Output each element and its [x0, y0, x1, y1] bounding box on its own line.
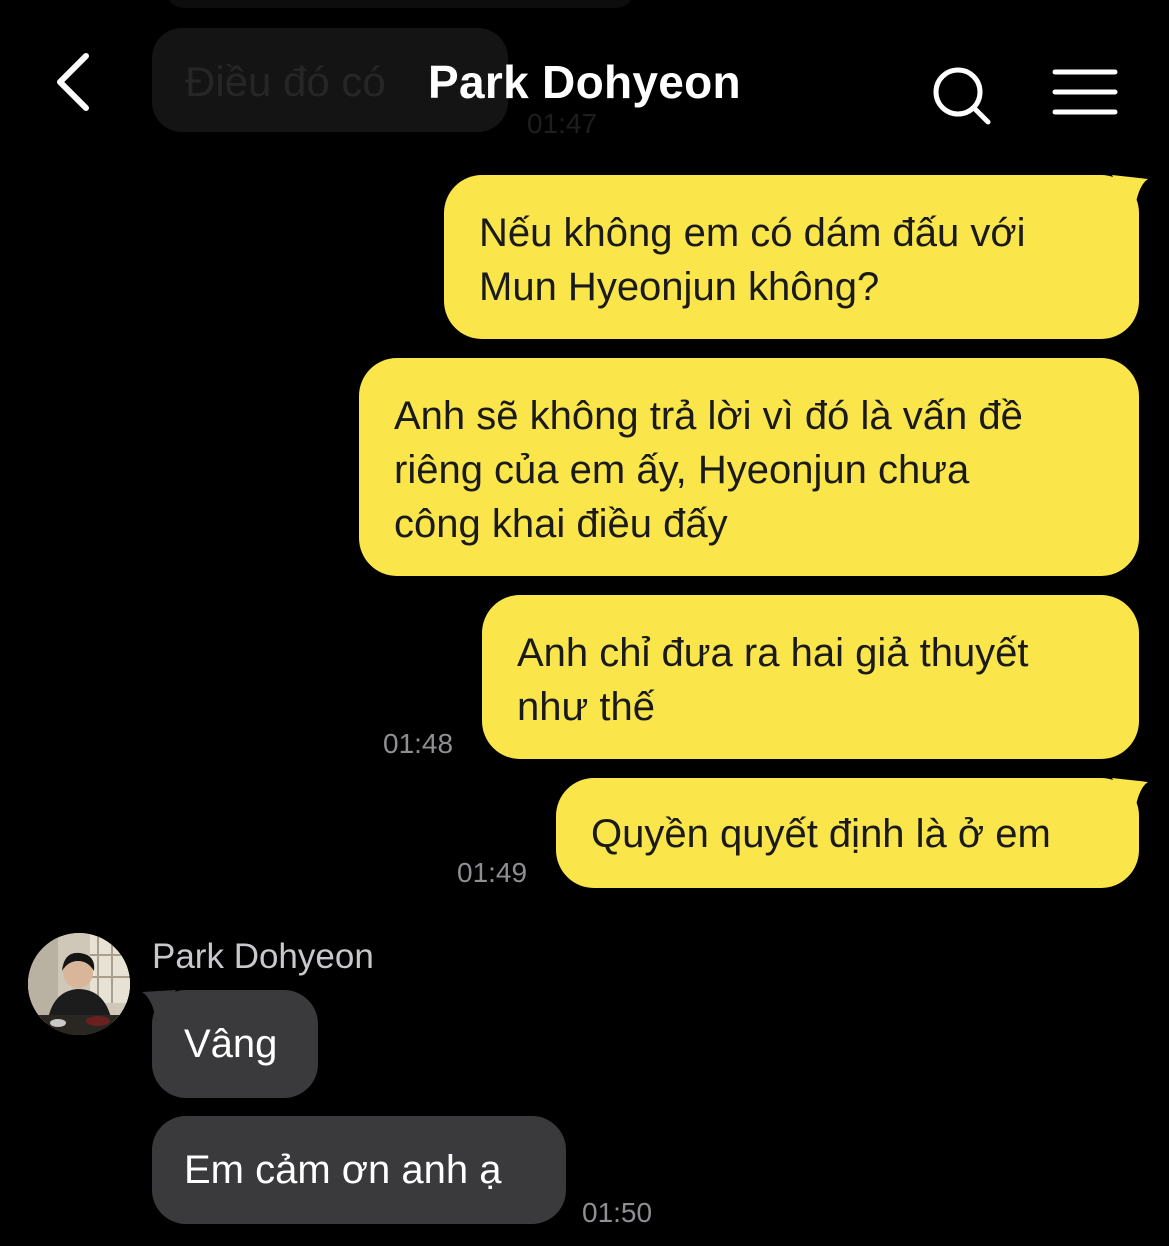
sender-name: Park Dohyeon: [152, 937, 374, 976]
incoming-message[interactable]: Em cảm ơn anh ạ: [152, 1116, 566, 1224]
outgoing-message[interactable]: Anh chỉ đưa ra hai giả thuyết như thế: [482, 595, 1139, 759]
message-line: Quyền quyết định là ở em: [591, 812, 1051, 856]
message-line: Em cảm ơn anh ạ: [184, 1148, 502, 1192]
faded-previous-bubble: [165, 0, 635, 8]
message-timestamp: 01:49: [457, 857, 528, 888]
message-line: Nếu không em có dám đấu với: [479, 211, 1026, 255]
avatar-photo: [28, 933, 130, 1035]
message-line: Mun Hyeonjun không?: [479, 265, 880, 309]
outgoing-message[interactable]: Nếu không em có dám đấu với Mun Hyeonjun…: [444, 175, 1139, 339]
outgoing-message[interactable]: Quyền quyết định là ở em: [556, 778, 1139, 888]
outgoing-message[interactable]: Anh sẽ không trả lời vì đó là vấn đề riê…: [359, 358, 1139, 576]
message-line: Vâng: [184, 1022, 278, 1066]
message-line: riêng của em ấy, Hyeonjun chưa: [394, 448, 970, 492]
message-timestamp: 01:48: [383, 728, 454, 759]
message-line: Anh sẽ không trả lời vì đó là vấn đề: [394, 394, 1023, 438]
faded-message-time: 01:47: [527, 108, 598, 139]
hamburger-menu-icon[interactable]: [1052, 68, 1118, 118]
message-line: Anh chỉ đưa ra hai giả thuyết: [517, 631, 1029, 675]
incoming-message[interactable]: Vâng: [152, 990, 318, 1098]
avatar[interactable]: [28, 933, 130, 1035]
message-timestamp: 01:50: [582, 1197, 653, 1228]
message-line: công khai điều đấy: [394, 502, 728, 546]
search-icon[interactable]: [928, 62, 994, 128]
message-line: như thế: [517, 685, 655, 729]
